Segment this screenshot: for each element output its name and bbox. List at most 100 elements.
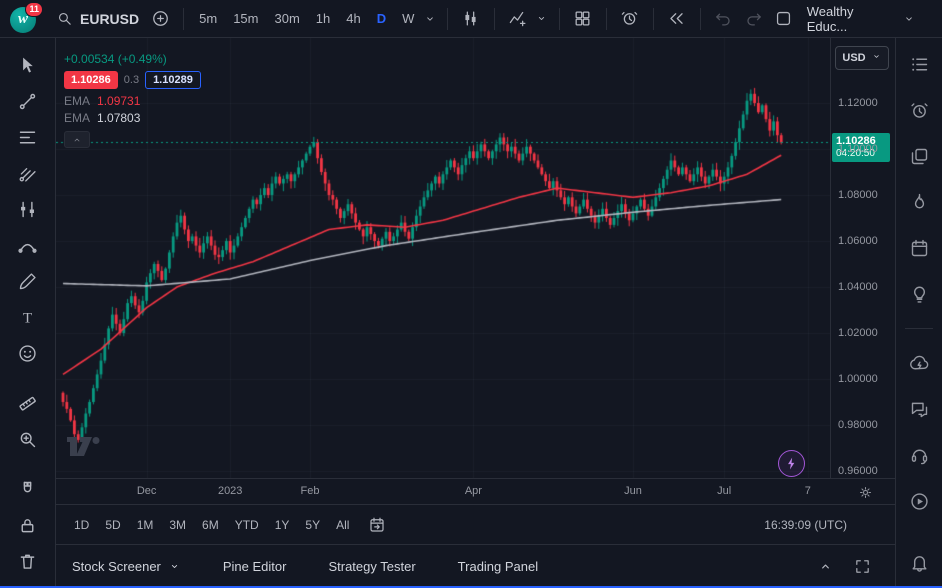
interval-W[interactable]: W (395, 6, 421, 31)
symbol-name: EURUSD (80, 11, 139, 27)
cursor-tool-icon[interactable] (10, 50, 46, 80)
boost-lightning-button[interactable] (778, 450, 805, 477)
save-layout-button[interactable] (769, 4, 799, 34)
chart-row: +0.00534 (+0.49%) 1.10286 0.3 1.10289 EM… (56, 38, 895, 478)
indicator-value: 1.09731 (97, 94, 140, 108)
price-tick-label: 1.10000 (838, 143, 878, 155)
utc-clock[interactable]: 16:39:09 (UTC) (764, 518, 847, 532)
price-tick-label: 1.12000 (838, 97, 878, 109)
legend-collapse-button[interactable] (64, 131, 90, 148)
time-tick-label: Dec (137, 485, 157, 497)
indicator-row[interactable]: EMA 1.09731 (64, 94, 201, 108)
expand-panel-icon[interactable] (854, 558, 871, 575)
chevron-up-icon[interactable] (817, 558, 834, 575)
currency-label: USD (842, 52, 865, 64)
chart-tools-row (456, 4, 769, 34)
price-scale[interactable]: USD 1.10286 04:20:50 1.120001.100001.080… (830, 38, 895, 478)
multichart-layout-icon[interactable] (568, 4, 598, 34)
magnet-tool-icon[interactable] (10, 474, 46, 504)
time-axis[interactable]: Dec2023FebAprJunJul7 (56, 478, 895, 504)
emoji-tool-icon[interactable] (10, 338, 46, 368)
gear-icon[interactable] (855, 482, 875, 502)
price-tick-label: 1.04000 (838, 281, 878, 293)
trash-tool-icon[interactable] (10, 546, 46, 576)
indicators-icon[interactable] (503, 4, 533, 34)
symbol-search-button[interactable]: EURUSD (50, 6, 145, 31)
ask-price-box[interactable]: 1.10289 (145, 71, 201, 89)
bar-replay-icon[interactable] (662, 4, 692, 34)
price-tick-label: 1.08000 (838, 189, 878, 201)
alerts-icon[interactable] (902, 96, 936, 124)
notifications-icon[interactable] (902, 548, 936, 576)
price-tick-label: 0.96000 (838, 465, 878, 477)
trend-line-tool-icon[interactable] (10, 86, 46, 116)
time-tick-label: Jul (717, 485, 731, 497)
bid-price-box[interactable]: 1.10286 (64, 71, 118, 89)
support-icon[interactable] (902, 441, 936, 469)
layout-menu-caret[interactable] (901, 5, 918, 33)
range-5Y[interactable]: 5Y (297, 514, 328, 536)
time-tick-label: 2023 (218, 485, 242, 497)
ideas-icon[interactable] (902, 280, 936, 308)
bars-pattern-tool-icon[interactable] (10, 194, 46, 224)
text-tool-icon[interactable]: T (10, 302, 46, 332)
indicator-row[interactable]: EMA1.07803 (64, 111, 201, 125)
toolbar-separator (606, 8, 607, 30)
toolbar-separator (447, 8, 448, 30)
interval-menu-caret[interactable] (421, 5, 438, 33)
time-tick-label: Jun (624, 485, 642, 497)
object-tree-icon[interactable] (902, 142, 936, 170)
watchlist-icon[interactable] (902, 50, 936, 78)
interval-D[interactable]: D (370, 6, 393, 31)
interval-5m[interactable]: 5m (192, 6, 224, 31)
indicator-name: EMA (64, 94, 90, 108)
interval-4h[interactable]: 4h (339, 6, 367, 31)
ruler-tool-icon[interactable] (10, 388, 46, 418)
arc-tool-icon[interactable] (10, 230, 46, 260)
hotlists-icon[interactable] (902, 188, 936, 216)
price-tick-label: 1.00000 (838, 373, 878, 385)
tab-stock-screener[interactable]: Stock Screener (72, 559, 181, 574)
currency-select[interactable]: USD (835, 46, 889, 70)
range-1D[interactable]: 1D (66, 514, 97, 536)
account-logo[interactable]: w 11 (10, 4, 40, 34)
range-6M[interactable]: 6M (194, 514, 227, 536)
range-3M[interactable]: 3M (161, 514, 194, 536)
toolbar-separator (700, 8, 701, 30)
chat-icon[interactable] (902, 349, 936, 377)
alert-icon[interactable] (615, 4, 645, 34)
range-1M[interactable]: 1M (129, 514, 162, 536)
undo-icon[interactable] (709, 4, 739, 34)
tab-pine-editor[interactable]: Pine Editor (223, 559, 287, 574)
interval-30m[interactable]: 30m (267, 6, 306, 31)
chart-legend: +0.00534 (+0.49%) 1.10286 0.3 1.10289 EM… (64, 52, 201, 148)
compare-add-button[interactable] (145, 4, 175, 34)
range-YTD[interactable]: YTD (227, 514, 267, 536)
brush-tool-icon[interactable] (10, 266, 46, 296)
zoom-tool-icon[interactable] (10, 424, 46, 454)
price-tick-label: 0.98000 (838, 419, 878, 431)
pitchfork-tool-icon[interactable] (10, 158, 46, 188)
toolbar-separator (494, 8, 495, 30)
tab-trading-panel[interactable]: Trading Panel (458, 559, 538, 574)
indicator-legend: EMA 1.09731 EMA1.07803 (64, 94, 201, 125)
range-All[interactable]: All (328, 514, 357, 536)
lock-tool-icon[interactable] (10, 510, 46, 540)
tab-label: Pine Editor (223, 559, 287, 574)
tab-strategy-tester[interactable]: Strategy Tester (328, 559, 415, 574)
calendar-icon[interactable] (902, 234, 936, 262)
interval-1h[interactable]: 1h (309, 6, 337, 31)
svg-text:T: T (23, 310, 32, 326)
chart-type-icon[interactable] (456, 4, 486, 34)
goto-date-icon[interactable] (363, 512, 391, 538)
interval-15m[interactable]: 15m (226, 6, 265, 31)
redo-icon[interactable] (739, 4, 769, 34)
tutorials-icon[interactable] (902, 487, 936, 515)
notification-count-badge: 11 (25, 2, 43, 17)
range-1Y[interactable]: 1Y (267, 514, 298, 536)
fib-retracement-tool-icon[interactable] (10, 122, 46, 152)
indicators-menu-caret[interactable] (533, 5, 551, 33)
messages-icon[interactable] (902, 395, 936, 423)
range-5D[interactable]: 5D (97, 514, 128, 536)
indicator-name: EMA (64, 111, 90, 125)
